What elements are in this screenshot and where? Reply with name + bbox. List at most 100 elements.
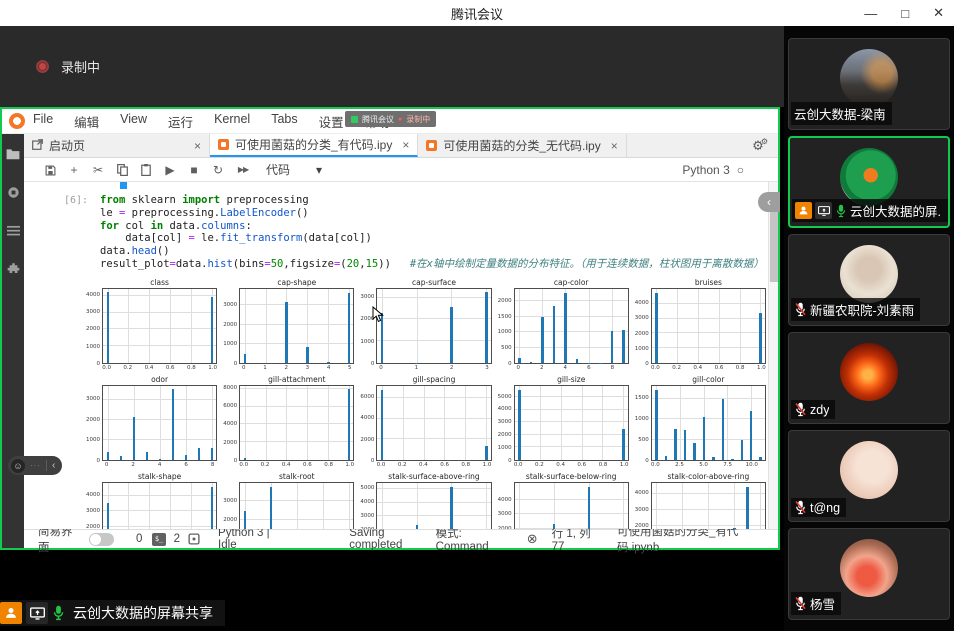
widget-dots: ··· [30,461,41,470]
tab-notebook[interactable]: 可使用菌菇的分类_有代码.ipy× [210,134,418,157]
table-of-contents-icon[interactable] [7,225,20,236]
hist-bar [693,443,696,460]
hist-bar [541,317,544,363]
avatar [840,539,898,597]
hist-bar [198,448,201,460]
participant-tile[interactable]: 新疆农职院-刘素雨 [788,234,950,326]
jupyter-menubar: File编辑View运行KernelTabs设置帮助 腾讯会议 ● 录制中 [2,109,778,134]
chart-title: class [86,278,217,288]
kernel-switcher[interactable]: Python 3 ○ [682,163,744,177]
chart-title: stalk-shape [86,472,217,482]
share-banner-label: 云创大数据的屏幕共享 [73,603,213,623]
mode-indicator[interactable]: 模式: Command [436,525,513,553]
hist-bar [576,359,579,363]
run-cell-button[interactable]: ▶ [158,163,182,177]
histogram-gill-attachment: gill-attachment020004000600080000.00.20.… [223,375,360,472]
hist-bar [107,292,110,363]
paste-cells-button[interactable] [134,163,158,177]
histogram-stalk-surface-above-ring: stalk-surface-above-ring0100020003000400… [360,472,497,529]
y-axis-ticks: 0100020003000 [86,385,102,461]
meeting-float-indicator[interactable]: 腾讯会议 ● 录制中 [345,111,436,127]
save-button[interactable] [38,163,62,177]
plot-area [239,385,354,461]
participant-name-strip: t@ng [791,498,846,517]
widget-collapse-icon[interactable]: ‹ [52,460,55,471]
histogram-bruises: bruises010002000300040000.00.20.40.60.81… [635,278,772,375]
hist-bar [146,452,149,460]
hist-bar [564,293,567,363]
y-axis-ticks: 0100020003000 [223,288,239,364]
notebook-scrollbar[interactable] [768,182,778,529]
histogram-cap-shape: cap-shape0100020003000012345 [223,278,360,375]
running-kernels-icon[interactable] [7,186,20,199]
collapse-panel-button[interactable]: ‹ [758,192,780,212]
x-axis-ticks: 0.02.55.07.510.0 [651,461,766,470]
y-axis-ticks: 010002000300040005000 [498,385,514,461]
menu-item[interactable]: 编辑 [74,112,99,131]
code-cell[interactable]: from sklearn import preprocessingle = pr… [100,194,764,271]
notebook-icon [218,139,229,150]
hist-bar [750,411,753,460]
add-cell-button[interactable]: + [62,163,86,177]
y-axis-ticks: 050010001500 [635,385,651,461]
menu-item[interactable]: 设置 [319,112,344,131]
histogram-stalk-root: stalk-root010002000300001234 [223,472,360,529]
hist-bar [518,390,521,460]
close-icon[interactable]: ✕ [933,5,944,21]
participant-name-strip: zdy [791,400,835,419]
hist-bar [703,417,706,460]
hist-bar [211,297,214,363]
participant-tile[interactable]: 云创大数据的屏... [788,136,950,228]
tab-close-icon[interactable]: × [402,138,409,152]
simple-ui-toggle[interactable] [89,533,114,546]
participant-tile[interactable]: zdy [788,332,950,424]
cell-type-dropdown[interactable]: 代码 ▾ [266,161,322,178]
participant-tile[interactable]: 杨雪 [788,528,950,620]
plot-area [651,385,766,461]
hist-bar [588,487,591,529]
participant-name: 杨雪 [810,594,835,613]
plot-area [514,482,629,529]
tab-notebook[interactable]: 可使用菌菇的分类_无代码.ipy × [418,134,626,157]
tab-launcher[interactable]: 启动页× [24,134,210,157]
menu-item[interactable]: Kernel [214,112,250,131]
x-axis-ticks: 0.00.20.40.60.81.0 [239,461,354,470]
maximize-icon[interactable]: □ [901,6,909,21]
kernel-status-text[interactable]: Python 3 | Idle [218,527,287,551]
extensions-icon[interactable] [7,262,20,275]
interrupt-kernel-button[interactable]: ■ [182,163,206,177]
file-browser-icon[interactable] [6,148,20,160]
restart-run-all-button[interactable]: ▶▶ [230,165,256,174]
restart-kernel-button[interactable]: ↻ [206,163,230,177]
cursor-position[interactable]: 行 1, 列 77 [552,525,603,553]
terminal-icon: $_ [152,533,165,546]
menu-item[interactable]: 运行 [168,112,193,131]
chart-title: cap-color [498,278,629,288]
tab-close-icon[interactable]: × [194,139,201,153]
participant-tile[interactable]: 云创大数据-梁南 [788,38,950,130]
y-axis-ticks: 01000200030004000 [635,288,651,364]
histogram-class: class010002000300040000.00.20.40.60.81.0 [86,278,223,375]
notifications-icon[interactable]: ⊗ [527,531,538,547]
cut-cells-button[interactable]: ✂ [86,163,110,177]
tab-label: 可使用菌菇的分类_无代码.ipy [443,137,600,154]
participant-name: 新疆农职院-刘素雨 [810,300,914,319]
hist-bar [185,455,188,460]
notebook-area[interactable]: [6]: from sklearn import preprocessingle… [24,182,778,529]
meeting-float-widget[interactable]: ☺ ··· ‹ [8,456,62,475]
menu-item[interactable]: File [33,112,53,131]
hist-bar [107,452,110,460]
menu-item[interactable]: View [120,112,147,131]
minimize-icon[interactable]: — [864,6,877,21]
settings-gear-icon[interactable]: ⚙⚙ [742,134,778,157]
copy-cells-button[interactable] [110,163,134,177]
avatar [840,148,898,206]
kernel-sessions-icon [188,533,200,545]
participant-tile[interactable]: t@ng [788,430,950,522]
plot-area [239,288,354,364]
tab-close-icon[interactable]: × [611,139,618,153]
histogram-gill-size: gill-size0100020003000400050000.00.20.40… [498,375,635,472]
hist-bar [553,306,556,363]
y-axis-ticks: 0500100015002000 [498,288,514,364]
menu-item[interactable]: Tabs [271,112,297,131]
